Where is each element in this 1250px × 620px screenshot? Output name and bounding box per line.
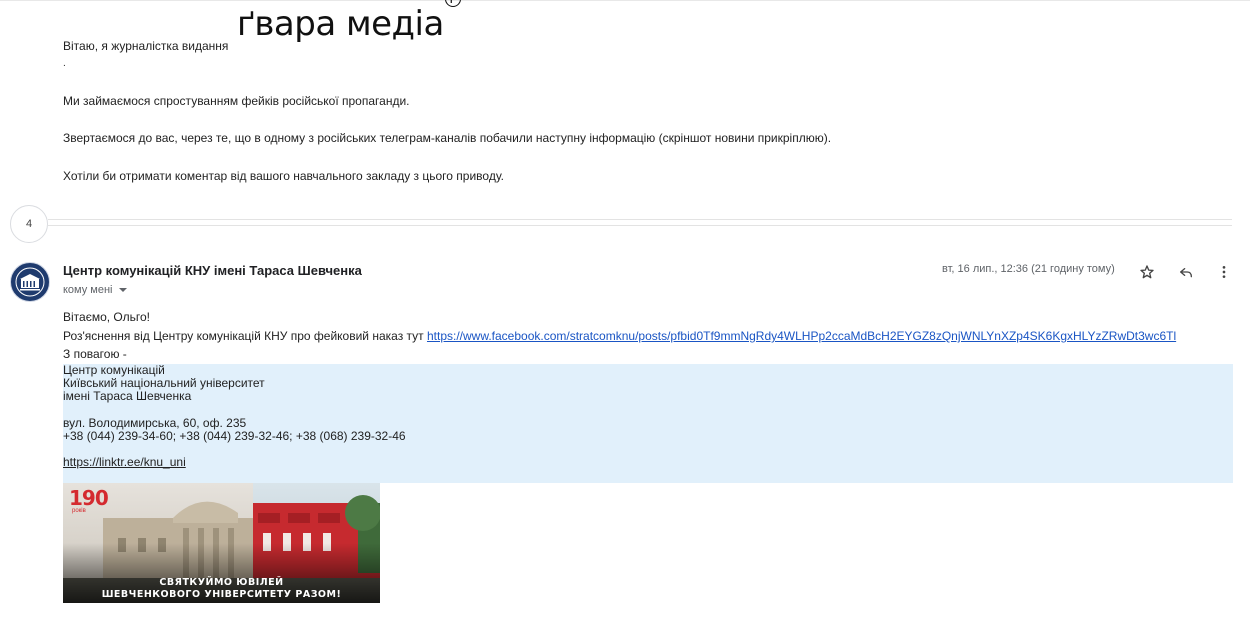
- reply-button[interactable]: [1174, 260, 1198, 284]
- logo-text: ґвара медіа: [237, 4, 444, 44]
- quoted-line-3: Хотіли би отримати коментар від вашого н…: [63, 169, 504, 183]
- gvara-media-logo: ґвара медіаґ: [237, 0, 461, 44]
- quoted-greeting: Вітаю, я журналістка видання: [63, 39, 229, 53]
- anniversary-years: років: [72, 508, 86, 514]
- star-button[interactable]: [1135, 260, 1159, 284]
- thread-divider-bottom: [48, 225, 1232, 226]
- signature-phones: +38 (044) 239-34-60; +38 (044) 239-32-46…: [63, 429, 406, 443]
- banner-line-2: ШЕВЧЕНКОВОГО УНІВЕРСИТЕТУ РАЗОМ!: [101, 589, 342, 600]
- signature-block: Центр комунікацій Київський національний…: [63, 364, 1233, 483]
- regards-text: З повагою -: [63, 347, 127, 361]
- anniversary-number: 190: [69, 486, 109, 510]
- banner-line-1: СВЯТКУЙМО ЮВІЛЕЙ: [159, 577, 284, 588]
- recipient-details[interactable]: кому мені: [63, 284, 128, 296]
- logo-mark: ґ: [444, 0, 461, 7]
- explanation-text: Роз'яснення від Центру комунікацій КНУ п…: [63, 329, 427, 343]
- explanation-line: Роз'яснення від Центру комунікацій КНУ п…: [63, 329, 1176, 343]
- facebook-post-link[interactable]: https://www.facebook.com/stratcomknu/pos…: [427, 329, 1176, 343]
- sender-name[interactable]: Центр комунікацій КНУ імені Тараса Шевче…: [63, 263, 362, 278]
- message-date: вт, 16 лип., 12:36 (21 годину тому): [942, 263, 1115, 275]
- anniversary-banner[interactable]: 190 років СВЯТКУЙМО ЮВІЛЕЙ ШЕВЧЕНКОВОГО …: [63, 483, 380, 603]
- signature-line-3: імені Тараса Шевченка: [63, 389, 192, 403]
- quoted-line-2: Звертаємося до вас, через те, що в одном…: [63, 131, 832, 145]
- university-emblem-icon: [12, 264, 48, 300]
- collapsed-messages-count[interactable]: 4: [10, 205, 48, 243]
- top-divider: [0, 0, 1250, 1]
- chevron-down-icon[interactable]: [118, 285, 128, 295]
- more-options-button[interactable]: [1212, 260, 1236, 284]
- avatar[interactable]: [10, 262, 50, 302]
- reply-greeting: Вітаємо, Ольго!: [63, 310, 150, 324]
- reply-icon: [1180, 268, 1192, 278]
- quoted-dot: .: [63, 58, 66, 69]
- recipient-label: кому мені: [63, 284, 113, 296]
- quoted-line-1: Ми займаємося спростуванням фейків росій…: [63, 94, 410, 108]
- more-vert-icon: [1222, 266, 1226, 278]
- star-icon: [1140, 265, 1154, 279]
- thread-divider-top: [48, 219, 1232, 220]
- linktree-link[interactable]: https://linktr.ee/knu_uni: [63, 456, 186, 469]
